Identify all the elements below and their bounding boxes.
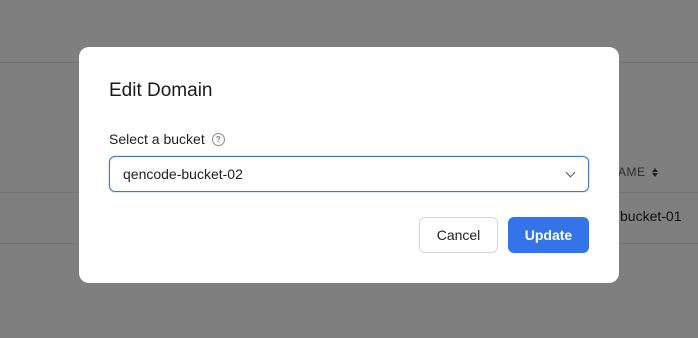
cancel-button[interactable]: Cancel	[419, 217, 498, 253]
bucket-select[interactable]: qencode-bucket-02	[109, 156, 589, 192]
update-button[interactable]: Update	[508, 217, 589, 253]
edit-domain-modal: Edit Domain Select a bucket ? qencode-bu…	[79, 47, 619, 283]
question-circle-icon[interactable]: ?	[211, 132, 225, 146]
bucket-field-label: Select a bucket	[109, 131, 205, 147]
modal-title: Edit Domain	[109, 80, 213, 101]
app-page: AME bucket-01 Edit Domain Select a bucke…	[0, 0, 698, 338]
chevron-down-icon	[565, 167, 576, 177]
bucket-field-label-row: Select a bucket ?	[109, 131, 225, 147]
bucket-select-value: qencode-bucket-02	[123, 166, 243, 182]
